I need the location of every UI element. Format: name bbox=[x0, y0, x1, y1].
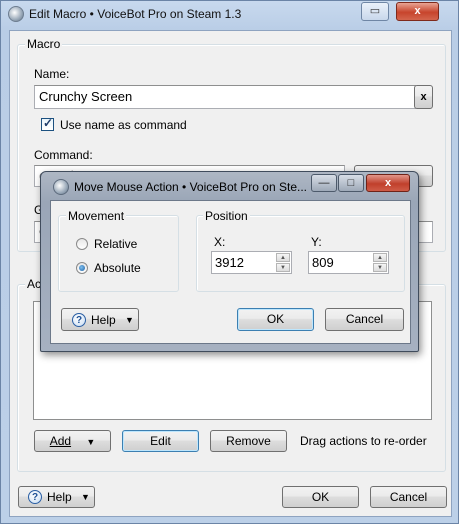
add-button-label: Add bbox=[49, 434, 72, 448]
y-value: 809 bbox=[312, 255, 334, 270]
x-increment-button[interactable]: ▲ bbox=[276, 253, 290, 262]
radio-selected-dot bbox=[79, 265, 85, 271]
x-spinner[interactable]: 3912 ▲ ▼ bbox=[211, 251, 292, 274]
close-icon: x bbox=[414, 5, 421, 17]
chevron-down-icon: ▼ bbox=[86, 437, 96, 447]
restore-button[interactable]: ▭ bbox=[361, 2, 389, 21]
y-label: Y: bbox=[311, 235, 322, 249]
y-decrement-button[interactable]: ▼ bbox=[373, 263, 387, 272]
x-value: 3912 bbox=[215, 255, 244, 270]
maximize-button[interactable]: □ bbox=[338, 174, 364, 192]
dialog-help-button[interactable]: ? Help ▼ bbox=[61, 308, 139, 331]
restore-icon: ▭ bbox=[369, 5, 381, 17]
ok-button[interactable]: OK bbox=[282, 486, 359, 508]
dialog-help-button-label: Help bbox=[91, 313, 116, 327]
dialog-title: Move Mouse Action • VoiceBot Pro on Ste.… bbox=[74, 180, 307, 194]
chevron-down-icon: ▼ bbox=[125, 315, 134, 325]
absolute-radio[interactable] bbox=[76, 262, 88, 274]
chevron-down-icon: ▼ bbox=[81, 492, 90, 502]
title-bar[interactable]: Edit Macro • VoiceBot Pro on Steam 1.3 ▭… bbox=[1, 1, 459, 29]
window-title: Edit Macro • VoiceBot Pro on Steam 1.3 bbox=[29, 7, 242, 21]
command-label: Command: bbox=[34, 148, 93, 162]
name-label: Name: bbox=[34, 67, 70, 81]
help-icon: ? bbox=[28, 490, 42, 504]
dialog-client-area: Movement Relative Absolute Position X: 3… bbox=[50, 200, 411, 344]
name-input[interactable]: Crunchy Screen bbox=[34, 85, 416, 109]
remove-action-button[interactable]: Remove bbox=[210, 430, 287, 452]
y-increment-button[interactable]: ▲ bbox=[373, 253, 387, 262]
clear-icon: x bbox=[420, 91, 427, 103]
dialog-cancel-button[interactable]: Cancel bbox=[325, 308, 404, 331]
help-button[interactable]: ? Help ▼ bbox=[18, 486, 95, 508]
y-spinner[interactable]: 809 ▲ ▼ bbox=[308, 251, 389, 274]
absolute-radio-label: Absolute bbox=[94, 261, 141, 275]
clear-name-button[interactable]: x bbox=[414, 85, 433, 109]
x-label: X: bbox=[214, 235, 226, 249]
voicebot-app-icon bbox=[53, 179, 69, 195]
relative-radio-label: Relative bbox=[94, 237, 138, 251]
add-action-button[interactable]: Add ▼ bbox=[34, 430, 111, 452]
use-name-checkbox-label: Use name as command bbox=[60, 118, 187, 132]
use-name-checkbox[interactable]: ✓ bbox=[41, 116, 54, 131]
cancel-button[interactable]: Cancel bbox=[370, 486, 447, 508]
movement-group bbox=[58, 215, 179, 292]
movement-group-label: Movement bbox=[66, 209, 127, 223]
maximize-icon: □ bbox=[347, 177, 355, 189]
help-icon: ? bbox=[72, 313, 86, 327]
reorder-hint: Drag actions to re-order bbox=[300, 434, 427, 448]
edit-action-button[interactable]: Edit bbox=[122, 430, 199, 452]
position-group-label: Position bbox=[203, 209, 250, 223]
move-mouse-action-dialog: Move Mouse Action • VoiceBot Pro on Ste.… bbox=[40, 171, 419, 352]
close-icon: x bbox=[384, 177, 392, 189]
voicebot-app-icon bbox=[8, 6, 24, 22]
checkmark-icon: ✓ bbox=[43, 116, 54, 130]
dialog-ok-button[interactable]: OK bbox=[237, 308, 314, 331]
minimize-button[interactable]: — bbox=[311, 174, 337, 192]
dialog-close-button[interactable]: x bbox=[366, 174, 410, 192]
x-decrement-button[interactable]: ▼ bbox=[276, 263, 290, 272]
relative-radio[interactable] bbox=[76, 238, 88, 250]
help-button-label: Help bbox=[47, 490, 72, 504]
close-button[interactable]: x bbox=[396, 2, 439, 21]
minimize-icon: — bbox=[318, 177, 330, 189]
macro-group-label: Macro bbox=[25, 37, 63, 51]
